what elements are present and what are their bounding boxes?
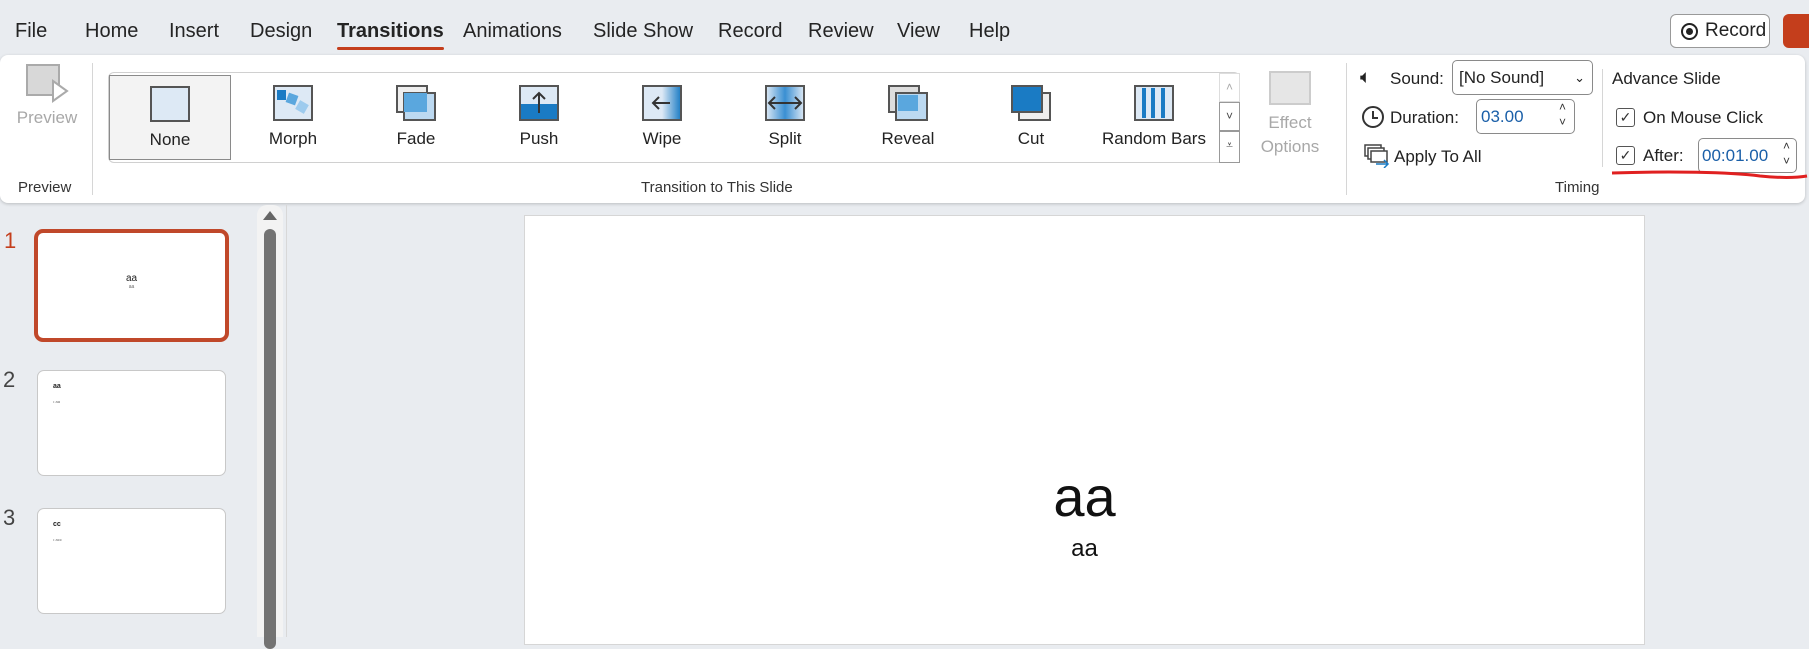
tab-view[interactable]: View	[897, 20, 940, 43]
ribbon: Preview Preview None Morph Fade Push Wip…	[0, 55, 1805, 203]
transition-label: Push	[519, 129, 559, 148]
slide-number: 3	[3, 505, 16, 530]
clock-icon	[1362, 106, 1384, 128]
transition-label: Split	[768, 129, 802, 148]
slide-number: 2	[3, 367, 16, 392]
tab-animations[interactable]: Animations	[463, 20, 562, 43]
apply-all-icon	[1364, 144, 1390, 169]
gallery-scroll-down[interactable]: ˅	[1219, 102, 1240, 131]
preview-button[interactable]: Preview	[12, 63, 82, 128]
chevron-down-icon: ⌄	[1574, 70, 1585, 85]
reveal-icon	[888, 85, 928, 121]
thumb-body: aa	[128, 284, 135, 290]
after-checkbox[interactable]: ✓	[1616, 146, 1635, 165]
transition-gallery: None Morph Fade Push Wipe Split Reveal C…	[108, 72, 1240, 163]
spinner-icon[interactable]: ˄ ˅	[1783, 139, 1790, 169]
transition-morph[interactable]: Morph	[232, 75, 354, 160]
advance-slide-label: Advance Slide	[1612, 69, 1721, 88]
transition-push[interactable]: Push	[478, 75, 600, 160]
tab-record[interactable]: Record	[718, 20, 782, 43]
thumb-body: • aa	[53, 399, 60, 404]
transition-cut[interactable]: Cut	[970, 75, 1092, 160]
transition-split[interactable]: Split	[724, 75, 846, 160]
duration-label: Duration:	[1390, 108, 1459, 127]
transition-label: Wipe	[642, 129, 682, 148]
transition-label: Cut	[1017, 129, 1045, 148]
transition-group-label: Transition to This Slide	[641, 179, 793, 196]
preview-group-label: Preview	[18, 179, 72, 196]
record-label: Record	[1705, 20, 1767, 41]
wipe-icon	[642, 85, 682, 121]
scroll-up-arrow-icon[interactable]	[263, 211, 277, 220]
on-mouse-click-label: On Mouse Click	[1643, 108, 1763, 127]
slide-thumbnail-3[interactable]: cc • acc	[37, 508, 226, 614]
tab-home[interactable]: Home	[85, 20, 138, 43]
transition-random-bars[interactable]: Random Bars	[1093, 75, 1215, 160]
gallery-scroll-up[interactable]: ˄	[1219, 73, 1240, 102]
transition-label: Reveal	[881, 129, 935, 148]
tab-file[interactable]: File	[15, 20, 47, 43]
transition-none[interactable]: None	[109, 75, 231, 160]
speaker-icon: 🔈︎	[1360, 67, 1372, 88]
push-icon	[519, 85, 559, 121]
gallery-more-button[interactable]: ⩡	[1219, 131, 1240, 163]
tab-review[interactable]: Review	[808, 20, 874, 43]
slide-subtitle[interactable]: aa	[525, 535, 1644, 563]
thumbnail-scrollbar[interactable]	[257, 205, 283, 649]
tab-insert[interactable]: Insert	[169, 20, 219, 43]
sound-label: Sound:	[1390, 69, 1444, 88]
effect-options-label: Effect Options	[1260, 113, 1320, 156]
tab-help[interactable]: Help	[969, 20, 1010, 43]
thumb-title: aa	[53, 383, 61, 390]
scrollbar-thumb[interactable]	[264, 229, 276, 649]
slide-thumbnail-2[interactable]: aa • aa	[37, 370, 226, 476]
apply-to-all-button[interactable]: Apply To All	[1394, 147, 1482, 167]
sound-value: [No Sound]	[1459, 68, 1545, 87]
on-mouse-click-checkbox[interactable]: ✓	[1616, 108, 1635, 127]
transition-label: Random Bars	[1102, 129, 1206, 148]
after-label: After:	[1643, 146, 1684, 165]
slide-thumbnail-1[interactable]: aa aa	[34, 229, 229, 342]
transition-fade[interactable]: Fade	[355, 75, 477, 160]
transition-label: Fade	[396, 129, 436, 148]
thumb-title: aa	[125, 273, 138, 284]
spinner-icon[interactable]: ˄ ˅	[1559, 100, 1566, 130]
effect-options-icon	[1269, 71, 1311, 105]
transition-label: None	[149, 130, 191, 149]
record-icon	[1681, 23, 1698, 40]
tab-transitions[interactable]: Transitions	[337, 20, 444, 50]
slide-title[interactable]: aa	[525, 464, 1644, 529]
transition-reveal[interactable]: Reveal	[847, 75, 969, 160]
record-button[interactable]: Record	[1670, 14, 1770, 48]
split-icon	[765, 85, 805, 121]
duration-input[interactable]: 03.00 ˄ ˅	[1476, 99, 1575, 134]
timing-group-label: Timing	[1555, 179, 1600, 196]
red-annotation-underline	[1611, 170, 1808, 179]
cut-icon	[1011, 85, 1051, 121]
transition-wipe[interactable]: Wipe	[601, 75, 723, 160]
after-value: 00:01.00	[1702, 146, 1769, 165]
slide-number: 1	[4, 228, 17, 253]
effect-options-button[interactable]: Effect Options	[1250, 71, 1330, 159]
none-icon	[150, 86, 190, 122]
fade-icon	[396, 85, 436, 121]
transition-label: Morph	[268, 129, 318, 148]
tab-slide-show[interactable]: Slide Show	[593, 20, 693, 43]
thumb-body: • acc	[53, 537, 62, 542]
sound-select[interactable]: [No Sound] ⌄	[1452, 60, 1593, 95]
slide-canvas[interactable]: aa aa	[524, 215, 1645, 645]
preview-icon	[26, 64, 69, 103]
morph-icon	[273, 85, 313, 121]
random-bars-icon	[1134, 85, 1174, 121]
share-button[interactable]	[1783, 14, 1809, 48]
duration-value: 03.00	[1481, 107, 1524, 126]
thumb-title: cc	[53, 521, 61, 528]
tab-design[interactable]: Design	[250, 20, 312, 43]
preview-label: Preview	[16, 108, 78, 127]
